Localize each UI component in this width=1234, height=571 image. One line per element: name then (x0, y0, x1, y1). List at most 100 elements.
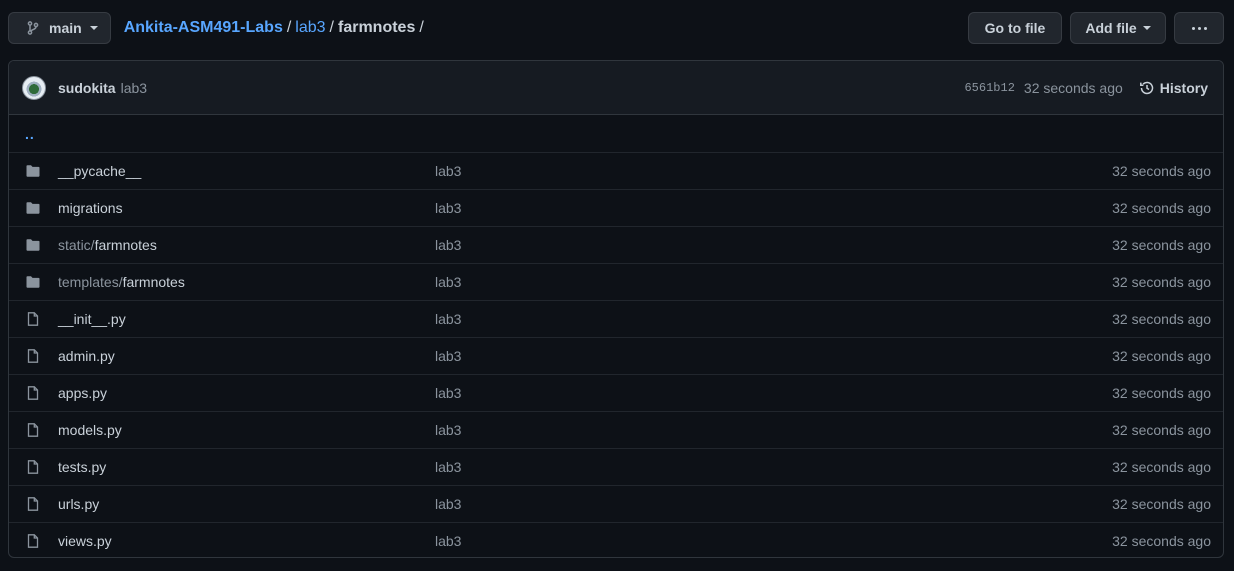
folder-icon (25, 274, 41, 290)
file-name-link[interactable]: templates/farmnotes (58, 274, 435, 290)
file-row[interactable]: __init__.py lab3 32 seconds ago (9, 300, 1223, 337)
commit-author[interactable]: sudokita (58, 80, 116, 96)
file-commit-age: 32 seconds ago (1112, 274, 1211, 290)
file-commit-age: 32 seconds ago (1112, 311, 1211, 327)
avatar[interactable] (22, 75, 46, 100)
file-row[interactable]: admin.py lab3 32 seconds ago (9, 337, 1223, 374)
file-commit-age: 32 seconds ago (1112, 533, 1211, 549)
breadcrumb: Ankita-ASM491-Labs / lab3 / farmnotes / (124, 19, 428, 37)
repo-toolbar: main Ankita-ASM491-Labs / lab3 / farmnot… (8, 12, 1224, 44)
file-name-link[interactable]: urls.py (58, 496, 435, 512)
file-icon (25, 422, 41, 438)
go-to-file-button[interactable]: Go to file (968, 12, 1062, 44)
file-commit-age: 32 seconds ago (1112, 200, 1211, 216)
breadcrumb-current-folder: farmnotes (338, 19, 416, 36)
file-list: __pycache__ lab3 32 seconds ago migrations l… (9, 152, 1223, 557)
history-clock-icon (1139, 80, 1155, 96)
file-row[interactable]: views.py lab3 32 seconds ago (9, 522, 1223, 557)
file-path-prefix[interactable]: static/ (58, 237, 95, 253)
file-name[interactable]: admin.py (58, 348, 115, 364)
add-file-button[interactable]: Add file (1070, 12, 1166, 44)
directory-row[interactable]: static/farmnotes lab3 32 seconds ago (9, 226, 1223, 263)
file-commit-message[interactable]: lab3 (435, 311, 461, 327)
git-branch-icon (25, 20, 41, 36)
file-commit-age: 32 seconds ago (1112, 422, 1211, 438)
parent-directory-link[interactable]: .. (25, 126, 35, 142)
file-commit-message[interactable]: lab3 (435, 274, 461, 290)
file-commit-message[interactable]: lab3 (435, 163, 461, 179)
file-name[interactable]: __pycache__ (58, 163, 141, 179)
file-commit-message[interactable]: lab3 (435, 200, 461, 216)
breadcrumb-lab3-link[interactable]: lab3 (295, 19, 325, 37)
file-icon (25, 496, 41, 512)
file-name[interactable]: __init__.py (58, 311, 126, 327)
file-row[interactable]: apps.py lab3 32 seconds ago (9, 374, 1223, 411)
file-commit-age: 32 seconds ago (1112, 496, 1211, 512)
file-commit-message[interactable]: lab3 (435, 348, 461, 364)
file-actions: Go to file Add file (968, 12, 1224, 44)
file-commit-age: 32 seconds ago (1112, 348, 1211, 364)
commit-meta: 6561b12 32 seconds ago History (964, 80, 1208, 96)
file-commit-age: 32 seconds ago (1112, 163, 1211, 179)
file-icon (25, 348, 41, 364)
file-name-link[interactable]: __pycache__ (58, 163, 435, 179)
chevron-down-icon (89, 26, 98, 30)
file-name-link[interactable]: tests.py (58, 459, 435, 475)
file-name-link[interactable]: views.py (58, 533, 435, 549)
file-icon (25, 385, 41, 401)
file-row[interactable]: tests.py lab3 32 seconds ago (9, 448, 1223, 485)
commit-time: 32 seconds ago (1023, 79, 1123, 96)
file-name[interactable]: tests.py (58, 459, 106, 475)
file-name[interactable]: farmnotes (95, 237, 157, 253)
directory-row[interactable]: templates/farmnotes lab3 32 seconds ago (9, 263, 1223, 300)
file-icon (25, 459, 41, 475)
more-options-button[interactable] (1174, 12, 1224, 44)
history-label: History (1159, 79, 1208, 96)
file-name-link[interactable]: migrations (58, 200, 435, 216)
file-name[interactable]: models.py (58, 422, 122, 438)
file-commit-message[interactable]: lab3 (435, 237, 461, 253)
file-commit-message[interactable]: lab3 (435, 422, 461, 438)
file-name-link[interactable]: apps.py (58, 385, 435, 401)
file-name[interactable]: apps.py (58, 385, 107, 401)
commit-sha[interactable]: 6561b12 (964, 81, 1014, 95)
folder-icon (25, 163, 41, 179)
file-commit-message[interactable]: lab3 (435, 533, 461, 549)
file-commit-age: 32 seconds ago (1112, 459, 1211, 475)
chevron-down-icon (1142, 26, 1151, 30)
file-name[interactable]: urls.py (58, 496, 99, 512)
file-name-link[interactable]: __init__.py (58, 311, 435, 327)
latest-commit-bar: sudokita lab3 6561b12 32 seconds ago His… (9, 61, 1223, 115)
file-path-prefix[interactable]: templates/ (58, 274, 123, 290)
directory-row[interactable]: migrations lab3 32 seconds ago (9, 189, 1223, 226)
branch-selector-button[interactable]: main (8, 12, 111, 44)
file-icon (25, 311, 41, 327)
file-name-link[interactable]: admin.py (58, 348, 435, 364)
breadcrumb-trailing-separator: / (419, 19, 424, 36)
file-name[interactable]: views.py (58, 533, 112, 549)
file-row[interactable]: models.py lab3 32 seconds ago (9, 411, 1223, 448)
commit-message[interactable]: lab3 (121, 80, 147, 96)
file-commit-age: 32 seconds ago (1112, 237, 1211, 253)
breadcrumb-separator: / (286, 19, 292, 36)
file-row[interactable]: urls.py lab3 32 seconds ago (9, 485, 1223, 522)
add-file-label: Add file (1085, 20, 1137, 36)
file-name-link[interactable]: models.py (58, 422, 435, 438)
kebab-horizontal-icon (1191, 26, 1207, 30)
history-link[interactable]: History (1139, 80, 1208, 96)
branch-label: main (49, 20, 82, 36)
directory-row[interactable]: __pycache__ lab3 32 seconds ago (9, 152, 1223, 189)
file-commit-message[interactable]: lab3 (435, 496, 461, 512)
breadcrumb-repo-link[interactable]: Ankita-ASM491-Labs (124, 19, 283, 37)
file-commit-age: 32 seconds ago (1112, 385, 1211, 401)
file-name[interactable]: migrations (58, 200, 123, 216)
folder-icon (25, 200, 41, 216)
file-name-link[interactable]: static/farmnotes (58, 237, 435, 253)
file-icon (25, 533, 41, 549)
file-commit-message[interactable]: lab3 (435, 459, 461, 475)
breadcrumb-separator: / (329, 19, 334, 36)
file-name[interactable]: farmnotes (123, 274, 185, 290)
file-commit-message[interactable]: lab3 (435, 385, 461, 401)
folder-icon (25, 237, 41, 253)
parent-directory-row[interactable]: .. (9, 115, 1223, 152)
